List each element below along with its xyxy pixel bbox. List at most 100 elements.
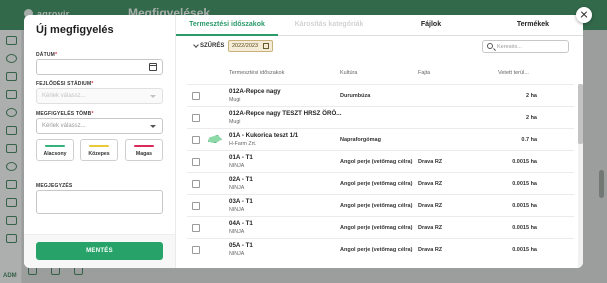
row-checkbox[interactable] bbox=[192, 92, 200, 100]
table-row[interactable]: 04A - T1 NINJA Angol perje (vetőmag célra)… bbox=[187, 216, 574, 238]
filter-toggle[interactable]: SZŰRÉS bbox=[200, 43, 224, 49]
stage-select[interactable]: Kérlek válassz... bbox=[36, 88, 163, 104]
row-checkbox[interactable] bbox=[192, 158, 200, 166]
season-name: 05A - T1 bbox=[229, 242, 253, 249]
new-observation-form: Új megfigyelés DÁTUM* FEJLŐDÉSI STÁDIUM*… bbox=[24, 15, 175, 268]
season-name: 012A-Repce nagy TESZT HRSZ ÖRÖ... bbox=[229, 110, 342, 117]
close-icon[interactable] bbox=[576, 7, 592, 23]
priority-low-button[interactable]: Alacsony bbox=[36, 139, 74, 161]
table-row[interactable]: 01A - Kukorica teszt 1/1 H-Farm Zrt. Napra… bbox=[187, 128, 574, 150]
calendar-icon bbox=[263, 43, 269, 49]
search-placeholder: Keresés... bbox=[497, 44, 522, 50]
row-checkbox[interactable] bbox=[192, 114, 200, 122]
table-row[interactable]: 012A-Repce nagy Mugi Durumbúza 2 ha bbox=[187, 84, 574, 106]
row-checkbox[interactable] bbox=[192, 202, 200, 210]
priority-low-indicator bbox=[45, 145, 65, 147]
note-label: MEGJEGYZÉS bbox=[36, 183, 73, 189]
chevron-down-icon bbox=[150, 125, 156, 128]
season-value: 2022/2023 bbox=[232, 43, 258, 49]
table-row[interactable]: 01A - T1 NINJA Angol perje (vetőmag célra)… bbox=[187, 150, 574, 172]
season-owner: NINJA bbox=[229, 207, 245, 213]
culture-cell: Angol perje (vetőmag célra) bbox=[340, 181, 413, 187]
tab-damage-categories[interactable]: Károsítás kategóriák bbox=[278, 15, 380, 36]
culture-cell: Angol perje (vetőmag célra) bbox=[340, 159, 413, 165]
tab-files[interactable]: Fájlok bbox=[380, 15, 482, 36]
culture-cell: Angol perje (vetőmag célra) bbox=[340, 203, 413, 209]
table-row[interactable]: 05A - T1 NINJA Angol perje (vetőmag célra)… bbox=[187, 238, 574, 260]
culture-cell: Angol perje (vetőmag célra) bbox=[340, 225, 413, 231]
search-input[interactable]: Keresés... bbox=[482, 40, 569, 53]
group-label: MEGFIGYELÉS TÖMB* bbox=[36, 111, 94, 117]
seasons-table: Termesztési időszakok Kultúra Fajta Vete… bbox=[187, 60, 574, 260]
variety-cell: Drava RZ bbox=[418, 181, 443, 187]
table-scrollbar[interactable] bbox=[578, 84, 583, 268]
variety-cell: Drava RZ bbox=[418, 225, 443, 231]
date-field[interactable] bbox=[36, 59, 163, 75]
scrollbar-thumb[interactable] bbox=[578, 84, 583, 144]
chevron-down-icon bbox=[150, 95, 156, 98]
column-header-season[interactable]: Termesztési időszakok bbox=[229, 70, 284, 76]
search-icon bbox=[487, 43, 493, 49]
column-header-culture[interactable]: Kultúra bbox=[340, 70, 357, 76]
table-row[interactable]: 012A-Repce nagy TESZT HRSZ ÖRÖ... Mugi 2 h… bbox=[187, 106, 574, 128]
row-checkbox[interactable] bbox=[192, 246, 200, 254]
filter-bar: SZŰRÉS 2022/2023 Keresés... bbox=[176, 36, 583, 58]
stage-placeholder: Kérlek válassz... bbox=[42, 93, 86, 99]
field-shape-icon bbox=[208, 135, 222, 143]
calendar-icon[interactable] bbox=[149, 63, 157, 71]
variety-cell: Drava RZ bbox=[418, 159, 443, 165]
season-name: 012A-Repce nagy bbox=[229, 88, 281, 95]
row-checkbox[interactable] bbox=[192, 136, 200, 144]
variety-cell: Drava RZ bbox=[418, 247, 443, 253]
group-select[interactable]: Kérlek válassz... bbox=[36, 118, 163, 134]
season-owner: NINJA bbox=[229, 229, 245, 235]
priority-high-label: Magas bbox=[135, 151, 153, 157]
table-header: Termesztési időszakok Kultúra Fajta Vete… bbox=[187, 60, 574, 84]
season-owner: NINJA bbox=[229, 163, 245, 169]
date-label: DÁTUM* bbox=[36, 52, 58, 58]
stage-label: FEJLŐDÉSI STÁDIUM* bbox=[36, 81, 94, 87]
form-footer: MENTÉS bbox=[24, 234, 175, 268]
season-name: 01A - Kukorica teszt 1/1 bbox=[229, 132, 299, 139]
tab-bar: Termesztési időszakok Károsítás kategóri… bbox=[176, 15, 583, 36]
priority-medium-label: Közepes bbox=[88, 151, 110, 157]
priority-high-indicator bbox=[134, 145, 154, 147]
priority-medium-indicator bbox=[89, 145, 109, 147]
priority-medium-button[interactable]: Közepes bbox=[80, 139, 118, 161]
note-textarea[interactable] bbox=[36, 190, 163, 214]
form-title: Új megfigyelés bbox=[36, 24, 114, 36]
column-header-variety[interactable]: Fajta bbox=[418, 70, 430, 76]
tab-growing-seasons[interactable]: Termesztési időszakok bbox=[176, 15, 278, 36]
season-name: 03A - T1 bbox=[229, 198, 253, 205]
culture-cell: Napraforgómag bbox=[340, 137, 381, 143]
row-checkbox[interactable] bbox=[192, 224, 200, 232]
season-name: 04A - T1 bbox=[229, 220, 253, 227]
season-owner: NINJA bbox=[229, 251, 245, 257]
area-cell: 0.0015 ha bbox=[512, 247, 537, 253]
priority-low-label: Alacsony bbox=[43, 151, 67, 157]
save-button[interactable]: MENTÉS bbox=[36, 242, 163, 260]
variety-cell: Drava RZ bbox=[418, 203, 443, 209]
column-header-area[interactable]: Vetett terül... bbox=[498, 70, 529, 76]
group-placeholder: Kérlek válassz... bbox=[42, 123, 86, 129]
season-filter-chip[interactable]: 2022/2023 bbox=[228, 40, 273, 52]
area-cell: 0.0015 ha bbox=[512, 181, 537, 187]
tab-products[interactable]: Termékek bbox=[482, 15, 583, 36]
details-panel: Termesztési időszakok Károsítás kategóri… bbox=[175, 15, 583, 268]
area-cell: 0.0015 ha bbox=[512, 203, 537, 209]
table-row[interactable]: 02A - T1 NINJA Angol perje (vetőmag célra)… bbox=[187, 172, 574, 194]
season-name: 01A - T1 bbox=[229, 154, 253, 161]
culture-cell: Angol perje (vetőmag célra) bbox=[340, 247, 413, 253]
area-cell: 2 ha bbox=[525, 115, 537, 121]
season-owner: Mugi bbox=[229, 119, 241, 125]
area-cell: 0.0015 ha bbox=[512, 225, 537, 231]
season-owner: Mugi bbox=[229, 97, 241, 103]
culture-cell: Durumbúza bbox=[340, 93, 371, 99]
row-checkbox[interactable] bbox=[192, 180, 200, 188]
chevron-down-icon[interactable] bbox=[193, 42, 199, 48]
priority-high-button[interactable]: Magas bbox=[125, 139, 163, 161]
season-owner: H-Farm Zrt. bbox=[229, 141, 257, 147]
table-row[interactable]: 03A - T1 NINJA Angol perje (vetőmag célra)… bbox=[187, 194, 574, 216]
area-cell: 2 ha bbox=[525, 93, 537, 99]
area-cell: 0.0015 ha bbox=[512, 159, 537, 165]
